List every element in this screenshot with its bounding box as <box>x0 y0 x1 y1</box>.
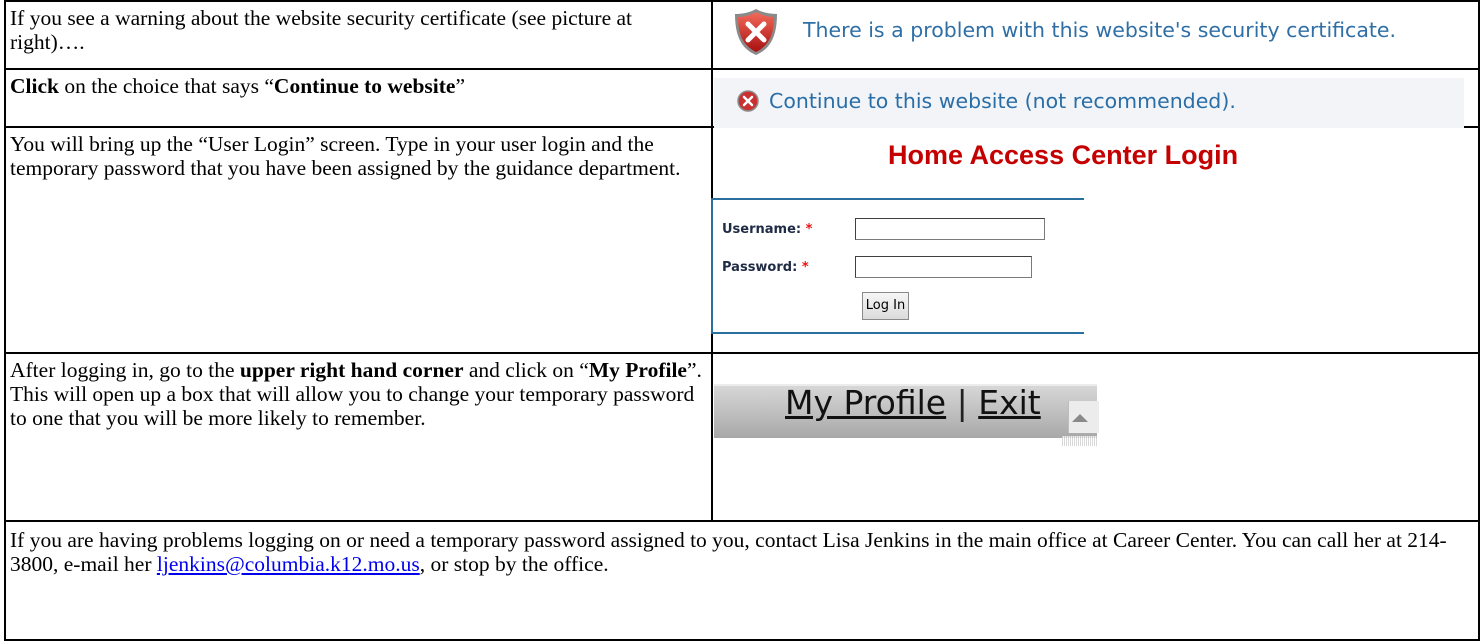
my-profile-emphasis: My Profile <box>588 358 687 382</box>
continue-to-website-link[interactable]: Continue to this website (not recommende… <box>769 89 1236 113</box>
row1-instruction: If you see a warning about the website s… <box>10 6 633 54</box>
exit-link[interactable]: Exit <box>978 383 1041 422</box>
instruction-table: If you see a warning about the website s… <box>0 0 1481 641</box>
email-link[interactable]: ljenkins@columbia.k12.mo.us <box>157 552 420 576</box>
small-shield-icon <box>737 90 759 112</box>
cert-warning-text: There is a problem with this website's s… <box>803 18 1397 42</box>
scroll-up-arrow-icon <box>1072 414 1088 422</box>
row4-instruction: After logging in, go to the upper right … <box>10 358 702 430</box>
login-title: Home Access Center Login <box>888 140 1239 170</box>
row2-instruction: Click on the choice that says “Continue … <box>4 70 712 126</box>
row3-instruction: You will bring up the “User Login” scree… <box>10 132 681 180</box>
required-mark: * <box>801 260 809 275</box>
login-button[interactable]: Log In <box>862 292 909 320</box>
row2-close-quote: ” <box>455 74 466 98</box>
password-input[interactable] <box>855 256 1032 278</box>
menu-links: My Profile | Exit <box>785 383 1041 422</box>
required-mark: * <box>805 222 813 237</box>
footer-contact: If you are having problems logging on or… <box>4 522 1479 639</box>
security-warning-shield-icon <box>735 9 777 55</box>
scrollbar-track <box>1062 436 1098 446</box>
username-label: Username: * <box>722 222 813 237</box>
corner-emphasis: upper right hand corner <box>239 358 464 382</box>
password-label: Password: * <box>722 260 809 275</box>
continue-emphasis: Continue to website <box>273 74 456 98</box>
footer-text-end: , or stop by the office. <box>419 552 609 576</box>
menu-separator: | <box>956 383 968 422</box>
row2-text: on the choice that says “ <box>58 74 274 98</box>
my-profile-link[interactable]: My Profile <box>785 383 946 422</box>
click-emphasis: Click <box>10 74 59 98</box>
username-input[interactable] <box>855 218 1045 240</box>
